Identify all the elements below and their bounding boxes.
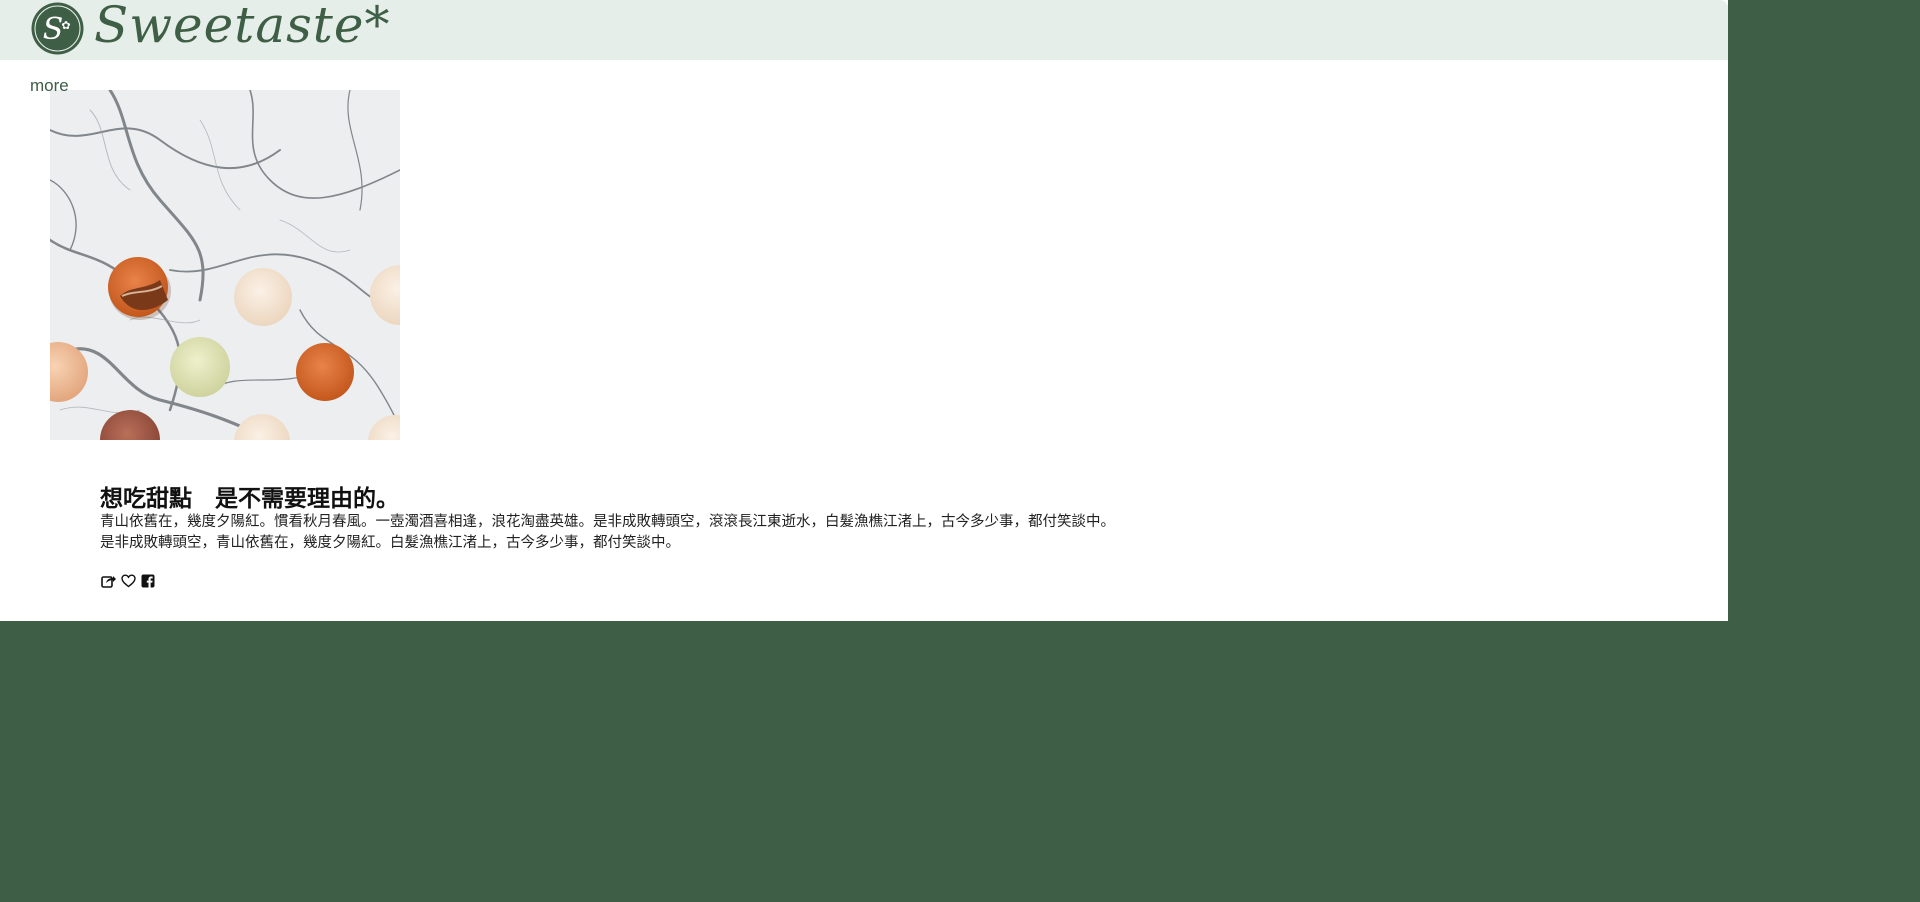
share-icon[interactable] [100,573,116,589]
article-body-line: 青山依舊在，幾度夕陽紅。慣看秋月春風。一壺濁酒喜相逢，浪花淘盡英雄。是非成敗轉頭… [100,514,1115,530]
hero-image [50,90,400,440]
heart-icon[interactable] [120,573,136,589]
sweetaste-logo-icon[interactable]: S ✿ [30,1,85,56]
brand-name[interactable]: Sweetaste* [94,0,390,54]
article-title: 想吃甜點 是不需要理由的。 [100,486,399,513]
logo-letter: S [43,12,64,47]
facebook-icon[interactable] [140,573,156,589]
svg-text:✿: ✿ [61,19,70,32]
article-body-line: 是非成敗轉頭空，青山依舊在，幾度夕陽紅。白髮漁樵江渚上，古今多少事，都付笑談中。 [100,535,680,551]
more-link[interactable]: more [30,76,69,96]
article-body: 青山依舊在，幾度夕陽紅。慣看秋月春風。一壺濁酒喜相逢，浪花淘盡英雄。是非成敗轉頭… [100,512,1600,554]
site-header: S ✿ Sweetaste* [0,0,1728,60]
article-actions [100,573,156,589]
page-container: S ✿ Sweetaste* more 想吃甜點 是不需要理由的。 青山依舊在，… [0,0,1728,621]
